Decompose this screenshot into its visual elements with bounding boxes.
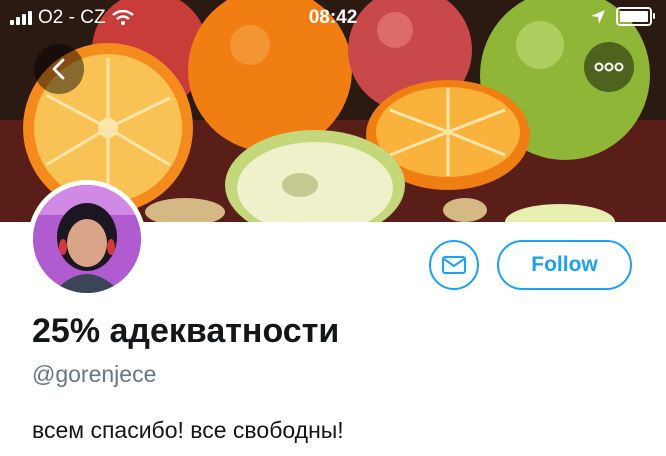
profile-avatar[interactable] <box>28 180 146 298</box>
message-button[interactable] <box>429 240 479 290</box>
envelope-icon <box>442 256 466 274</box>
location-arrow-icon <box>591 9 605 24</box>
avatar-image <box>33 185 141 293</box>
more-options-button[interactable] <box>584 42 634 92</box>
battery-icon <box>616 7 655 26</box>
user-handle: @gorenjece <box>32 361 157 387</box>
status-time: 08:42 <box>308 7 358 28</box>
follow-button[interactable]: Follow <box>497 240 632 290</box>
back-button[interactable] <box>34 44 84 94</box>
more-horizontal-icon <box>594 62 624 72</box>
display-name: 25% адекватности <box>32 312 340 350</box>
status-right-group <box>590 7 655 26</box>
status-bar: O2 - CZ 08:42 <box>0 0 666 36</box>
chevron-left-icon <box>52 58 65 80</box>
avatar-portrait <box>33 185 141 293</box>
profile-bio: всем спасибо! все свободны! <box>32 417 344 443</box>
